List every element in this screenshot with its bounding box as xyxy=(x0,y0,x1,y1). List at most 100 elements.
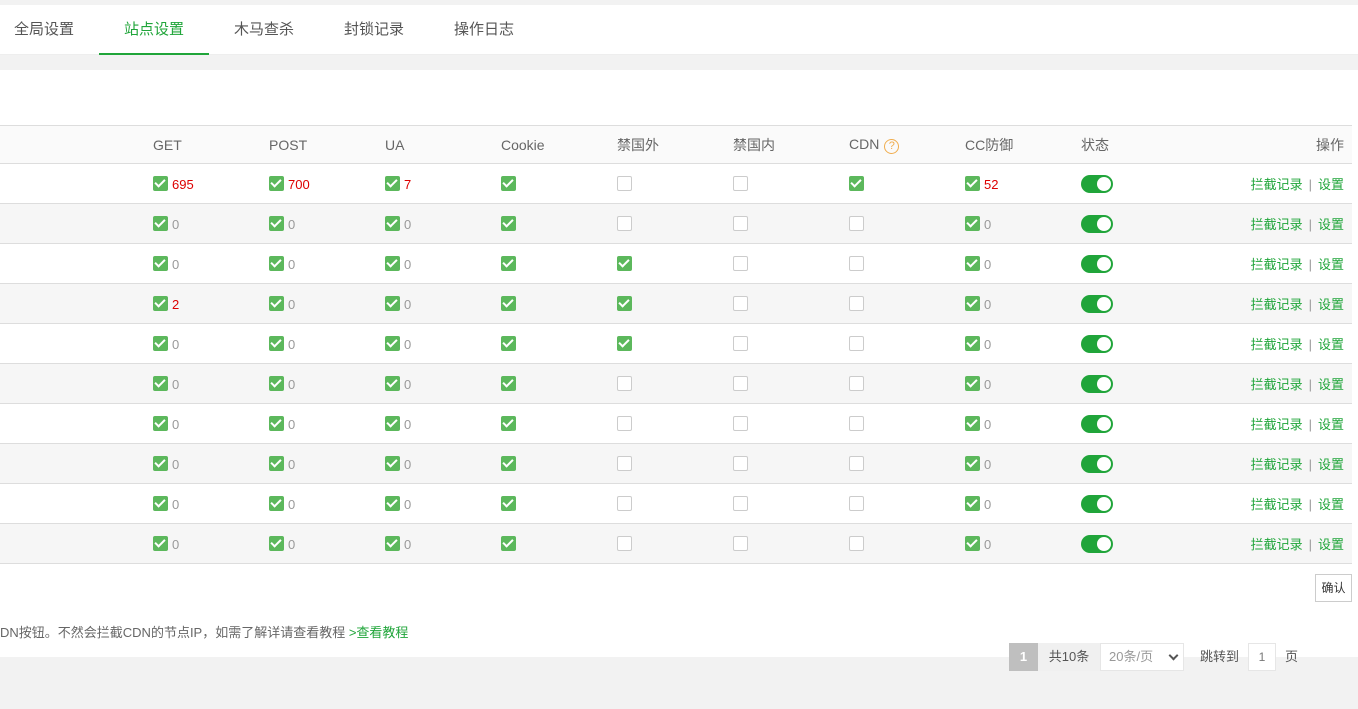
cookie-checkbox[interactable] xyxy=(501,255,516,271)
cdn-checkbox[interactable] xyxy=(849,175,864,191)
ua-checkbox[interactable] xyxy=(385,375,400,391)
ua-checkbox[interactable] xyxy=(385,215,400,231)
get-checkbox[interactable] xyxy=(153,255,168,271)
intercept-records-link[interactable]: 拦截记录 xyxy=(1251,457,1303,472)
post-checkbox[interactable] xyxy=(269,295,284,311)
ua-checkbox[interactable] xyxy=(385,415,400,431)
post-checkbox[interactable] xyxy=(269,455,284,471)
status-toggle[interactable] xyxy=(1081,294,1113,313)
status-toggle[interactable] xyxy=(1081,334,1113,353)
ban_domestic-checkbox[interactable] xyxy=(733,455,748,471)
ban_domestic-checkbox[interactable] xyxy=(733,375,748,391)
settings-link[interactable]: 设置 xyxy=(1318,297,1344,312)
status-toggle[interactable] xyxy=(1081,534,1113,553)
ban_foreign-checkbox[interactable] xyxy=(617,415,632,431)
cc-checkbox[interactable] xyxy=(965,255,980,271)
get-checkbox[interactable] xyxy=(153,495,168,511)
cc-checkbox[interactable] xyxy=(965,495,980,511)
status-toggle[interactable] xyxy=(1081,494,1113,513)
get-checkbox[interactable] xyxy=(153,455,168,471)
cookie-checkbox[interactable] xyxy=(501,375,516,391)
ua-checkbox[interactable] xyxy=(385,495,400,511)
tab-site-settings[interactable]: 站点设置 xyxy=(99,5,209,55)
cdn-checkbox[interactable] xyxy=(849,415,864,431)
settings-link[interactable]: 设置 xyxy=(1318,217,1344,232)
settings-link[interactable]: 设置 xyxy=(1318,537,1344,552)
ban_domestic-checkbox[interactable] xyxy=(733,215,748,231)
get-checkbox[interactable] xyxy=(153,295,168,311)
intercept-records-link[interactable]: 拦截记录 xyxy=(1251,337,1303,352)
tab-global-settings[interactable]: 全局设置 xyxy=(0,5,88,55)
settings-link[interactable]: 设置 xyxy=(1318,457,1344,472)
cc-checkbox[interactable] xyxy=(965,335,980,351)
post-checkbox[interactable] xyxy=(269,335,284,351)
ban_domestic-checkbox[interactable] xyxy=(733,175,748,191)
ua-checkbox[interactable] xyxy=(385,175,400,191)
post-checkbox[interactable] xyxy=(269,415,284,431)
settings-link[interactable]: 设置 xyxy=(1318,177,1344,192)
ban_domestic-checkbox[interactable] xyxy=(733,415,748,431)
ban_domestic-checkbox[interactable] xyxy=(733,495,748,511)
ua-checkbox[interactable] xyxy=(385,535,400,551)
cdn-checkbox[interactable] xyxy=(849,255,864,271)
cookie-checkbox[interactable] xyxy=(501,215,516,231)
cookie-checkbox[interactable] xyxy=(501,335,516,351)
cookie-checkbox[interactable] xyxy=(501,455,516,471)
get-checkbox[interactable] xyxy=(153,335,168,351)
cdn-checkbox[interactable] xyxy=(849,495,864,511)
post-checkbox[interactable] xyxy=(269,495,284,511)
get-checkbox[interactable] xyxy=(153,375,168,391)
cdn-checkbox[interactable] xyxy=(849,455,864,471)
ban_domestic-checkbox[interactable] xyxy=(733,335,748,351)
cc-checkbox[interactable] xyxy=(965,175,980,191)
cookie-checkbox[interactable] xyxy=(501,535,516,551)
settings-link[interactable]: 设置 xyxy=(1318,257,1344,272)
status-toggle[interactable] xyxy=(1081,254,1113,273)
cookie-checkbox[interactable] xyxy=(501,175,516,191)
ua-checkbox[interactable] xyxy=(385,335,400,351)
intercept-records-link[interactable]: 拦截记录 xyxy=(1251,417,1303,432)
intercept-records-link[interactable]: 拦截记录 xyxy=(1251,297,1303,312)
view-tutorial-link[interactable]: >查看教程 xyxy=(349,625,409,640)
pagination-confirm-button[interactable]: 确认 xyxy=(1315,574,1352,602)
post-checkbox[interactable] xyxy=(269,175,284,191)
ban_domestic-checkbox[interactable] xyxy=(733,535,748,551)
settings-link[interactable]: 设置 xyxy=(1318,377,1344,392)
status-toggle[interactable] xyxy=(1081,214,1113,233)
cc-checkbox[interactable] xyxy=(965,415,980,431)
cdn-checkbox[interactable] xyxy=(849,215,864,231)
cdn-checkbox[interactable] xyxy=(849,535,864,551)
cookie-checkbox[interactable] xyxy=(501,295,516,311)
ban_foreign-checkbox[interactable] xyxy=(617,455,632,471)
post-checkbox[interactable] xyxy=(269,375,284,391)
settings-link[interactable]: 设置 xyxy=(1318,417,1344,432)
intercept-records-link[interactable]: 拦截记录 xyxy=(1251,497,1303,512)
post-checkbox[interactable] xyxy=(269,535,284,551)
ban_foreign-checkbox[interactable] xyxy=(617,215,632,231)
ban_foreign-checkbox[interactable] xyxy=(617,175,632,191)
help-icon[interactable]: ? xyxy=(884,138,900,154)
cdn-checkbox[interactable] xyxy=(849,375,864,391)
get-checkbox[interactable] xyxy=(153,215,168,231)
intercept-records-link[interactable]: 拦截记录 xyxy=(1251,177,1303,192)
ban_foreign-checkbox[interactable] xyxy=(617,295,632,311)
get-checkbox[interactable] xyxy=(153,415,168,431)
intercept-records-link[interactable]: 拦截记录 xyxy=(1251,377,1303,392)
ban_domestic-checkbox[interactable] xyxy=(733,255,748,271)
ua-checkbox[interactable] xyxy=(385,295,400,311)
tab-block-records[interactable]: 封锁记录 xyxy=(319,5,429,55)
status-toggle[interactable] xyxy=(1081,174,1113,193)
settings-link[interactable]: 设置 xyxy=(1318,497,1344,512)
cdn-checkbox[interactable] xyxy=(849,335,864,351)
ban_foreign-checkbox[interactable] xyxy=(617,335,632,351)
cookie-checkbox[interactable] xyxy=(501,415,516,431)
cc-checkbox[interactable] xyxy=(965,535,980,551)
cc-checkbox[interactable] xyxy=(965,455,980,471)
ban_foreign-checkbox[interactable] xyxy=(617,375,632,391)
get-checkbox[interactable] xyxy=(153,175,168,191)
ban_foreign-checkbox[interactable] xyxy=(617,495,632,511)
tab-trojan-scan[interactable]: 木马查杀 xyxy=(209,5,319,55)
get-checkbox[interactable] xyxy=(153,535,168,551)
pagination-page-1[interactable]: 1 xyxy=(1009,643,1038,671)
page-size-select[interactable]: 20条/页 xyxy=(1100,643,1184,671)
